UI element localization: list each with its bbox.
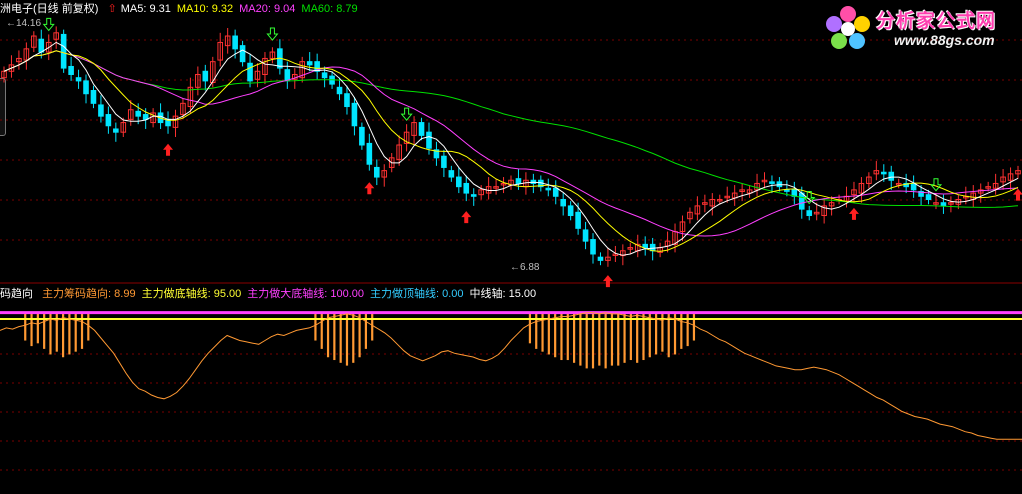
- candle-body: [463, 182, 470, 194]
- candle-body: [38, 38, 45, 53]
- candle-body: [426, 131, 432, 149]
- candle-body: [366, 142, 373, 165]
- buy-signal-arrow-icon: [163, 143, 174, 156]
- candle-body: [545, 187, 552, 191]
- candle-body: [806, 210, 813, 217]
- buy-signal-arrow-icon: [1013, 188, 1022, 201]
- candle-body: [567, 205, 574, 217]
- candle-body: [90, 90, 97, 104]
- candle-body: [105, 114, 112, 127]
- candle-body: [470, 194, 477, 197]
- candle-body: [925, 194, 932, 200]
- candle-body: [590, 239, 596, 255]
- buy-signal-arrow-icon: [602, 275, 613, 288]
- candle-body: [359, 126, 365, 146]
- candle-body: [113, 128, 119, 133]
- watermark-brand: 分析家公式网: [876, 11, 997, 32]
- candle-body: [515, 178, 522, 184]
- sell-signal-arrow-icon: [400, 107, 413, 121]
- candle-body: [247, 62, 253, 82]
- candle-body: [784, 189, 790, 192]
- sell-signal-arrow-icon: [42, 17, 55, 32]
- candle-body: [344, 93, 350, 108]
- candle-body: [202, 70, 209, 82]
- candle-body: [582, 229, 589, 242]
- buy-signal-arrow-icon: [848, 207, 859, 220]
- candle-body: [373, 166, 380, 178]
- candle-body: [888, 171, 895, 181]
- sell-signal-arrow-icon: [266, 27, 279, 41]
- ma20-line: [3, 50, 1019, 237]
- candle-body: [60, 33, 67, 69]
- candle-body: [448, 170, 455, 178]
- candle-body: [321, 72, 328, 79]
- candle-body: [798, 192, 805, 210]
- candle-body: [769, 181, 775, 184]
- candle-body: [135, 110, 142, 117]
- chip-trend-line: [0, 312, 1022, 440]
- stock-chart[interactable]: [0, 0, 1022, 494]
- candle-body: [239, 45, 246, 63]
- candle-body: [68, 65, 74, 75]
- flower-logo-icon: [826, 6, 870, 49]
- watermark-url: www.88gs.com: [894, 32, 995, 48]
- candle-body: [642, 243, 649, 249]
- sell-signal-arrow-icon: [929, 178, 943, 192]
- candle-body: [75, 77, 82, 82]
- ma5-line: [3, 41, 1019, 256]
- candle-body: [575, 211, 581, 229]
- candle-body: [336, 86, 343, 95]
- watermark-logo: 分析家公式网 www.88gs.com: [820, 0, 1022, 56]
- candle-body: [98, 104, 104, 117]
- candle-body: [306, 61, 313, 66]
- candle-body: [552, 187, 559, 197]
- buy-signal-arrow-icon: [364, 182, 375, 195]
- candle-body: [351, 102, 358, 127]
- candle-body: [880, 171, 887, 175]
- buy-signal-arrow-icon: [461, 211, 472, 224]
- candle-body: [597, 256, 604, 261]
- candle-body: [418, 122, 425, 136]
- candle-body: [940, 202, 947, 207]
- candle-body: [910, 182, 917, 191]
- candle-body: [560, 198, 566, 207]
- ma10-line: [3, 50, 1019, 252]
- candle-body: [232, 35, 238, 50]
- candle-body: [83, 80, 89, 95]
- candle-body: [456, 176, 462, 188]
- candle-body: [284, 69, 291, 82]
- candle-body: [441, 155, 447, 168]
